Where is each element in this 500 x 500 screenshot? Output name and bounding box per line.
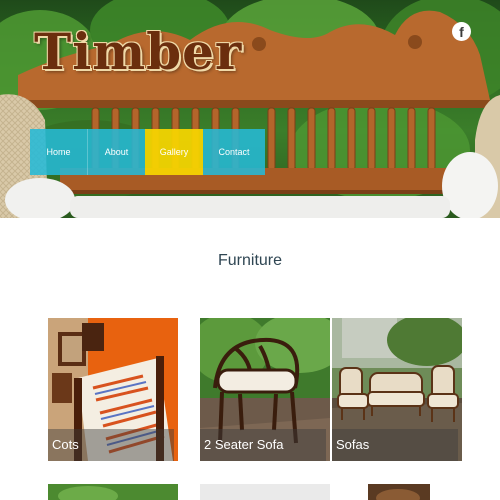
hero-banner: Timber f Home About Gallery Contact — [0, 0, 500, 218]
category-tile-cots[interactable]: Cots — [48, 318, 178, 461]
category-label: Sofas — [332, 429, 458, 461]
category-tile-sofas[interactable]: Sofas — [332, 318, 462, 461]
category-label: 2 Seater Sofa — [200, 429, 326, 461]
photo-peek — [368, 484, 430, 500]
category-tile-2-seater-sofa[interactable]: 2 Seater Sofa — [200, 318, 330, 461]
nav-home[interactable]: Home — [30, 129, 87, 175]
main-nav: Home About Gallery Contact — [30, 129, 265, 175]
nav-gallery[interactable]: Gallery — [145, 129, 203, 175]
next-row-tile-peek[interactable] — [48, 484, 178, 500]
next-row-tile-peek[interactable] — [200, 484, 330, 500]
nav-about[interactable]: About — [87, 129, 145, 175]
photo-peek — [48, 484, 178, 500]
photo-peek — [200, 484, 330, 500]
site-logo[interactable]: Timber — [34, 22, 242, 81]
next-row-tile-peek[interactable] — [368, 484, 430, 500]
facebook-icon[interactable]: f — [452, 22, 471, 41]
nav-contact[interactable]: Contact — [203, 129, 265, 175]
category-label: Cots — [48, 429, 174, 461]
section-title: Furniture — [217, 252, 283, 269]
